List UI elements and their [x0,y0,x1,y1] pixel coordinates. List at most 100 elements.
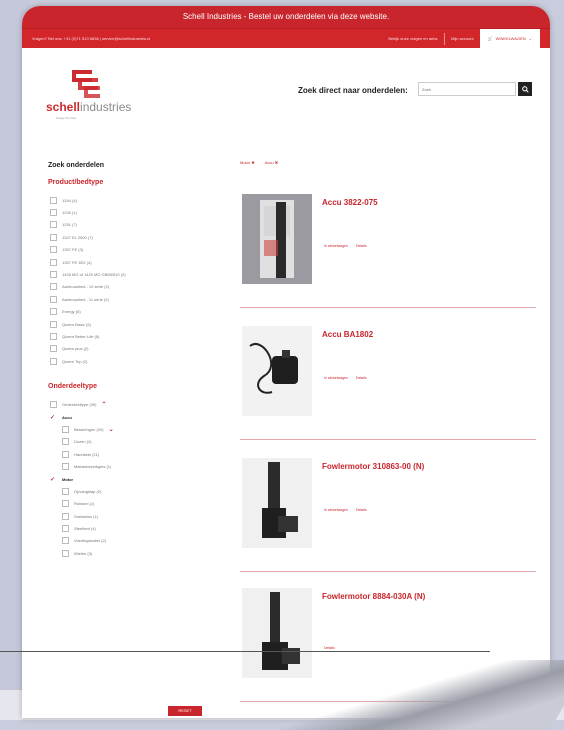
product-title[interactable]: Accu 3822-075 [322,198,378,207]
filter-label: 1244 (4) [62,197,77,203]
filter-label: Opvangklap (2) [74,488,102,494]
checkbox[interactable] [50,320,57,328]
search-button[interactable] [518,82,532,96]
account-link[interactable]: Mijn account [451,36,473,41]
product-title[interactable]: Accu BA1802 [322,330,373,339]
filter-checkbox-item[interactable]: ✓ Motor [48,473,228,485]
checkbox[interactable] [50,283,57,291]
filter-checkbox-item[interactable]: 1357 FE (3) [48,244,228,256]
checkbox[interactable] [50,332,57,340]
divider [444,32,446,45]
filter-checkbox-item[interactable]: 1425 MO of 1425 MO GB55/510 (2) [48,268,228,280]
filter-checkbox-item[interactable]: Wielen (3) [48,547,228,559]
details-link[interactable]: Details [356,376,367,380]
filter-checkbox-item[interactable]: Dozen (4) [48,436,228,448]
divider [240,571,536,572]
filter-checkbox-item[interactable]: Queen Basic (5) [48,318,228,330]
add-to-cart-link[interactable]: In winkelwagen [324,376,348,380]
filter-checkbox-item[interactable]: 1251 (7) [48,219,228,231]
faq-link[interactable]: Bekijk onze vragen en antw. [388,36,438,41]
checkbox[interactable] [62,450,69,458]
product-title[interactable]: Fowlermotor 8884-030A (N) [322,592,425,601]
checkmark-icon[interactable]: ✓ [50,414,57,421]
checkbox[interactable] [50,308,57,316]
product-image[interactable] [242,458,312,548]
filter-label: 1357 FE 3EZ (4) [62,259,92,265]
filter-label: Aanbouwbed - 10 serie (2) [62,284,110,290]
checkbox[interactable] [62,500,69,508]
filter-checkbox-item[interactable]: Voedingskabel (2) [48,535,228,547]
chevron-down-icon: ⌄ [528,36,532,41]
checkbox[interactable] [50,221,57,229]
section-parttype-title: Onderdeeltype [48,383,98,391]
checkbox[interactable] [50,246,57,254]
checkbox[interactable] [62,525,69,533]
chevron-up-icon[interactable]: ⌃ [101,401,106,408]
filter-label: Matrasbeveiligers (1) [74,464,112,470]
announcement-text: Schell Industries - Bestel uw onderdelen… [182,12,390,21]
filter-checkbox-item[interactable]: Onderdeeltype (39) ⌃ [48,398,228,410]
active-filter-motor[interactable]: Motor ✖ [240,160,255,165]
product-image[interactable] [242,326,312,416]
filter-checkbox-item[interactable]: 1244 (4) [48,194,228,206]
contact-info: Vragen? Bel ons: +31 (0)71 513 6838 | se… [32,36,151,41]
parttype-list: ✓ Accu Besturingen (20) ⌄ Dozen (4) Handse… [48,411,228,560]
filter-label: Voedingskabel (2) [74,538,107,544]
filter-checkbox-item[interactable]: Queen Top (2) [48,355,228,367]
product-actions: In winkelwagen Details [324,244,367,248]
checkbox[interactable] [50,295,57,303]
checkbox[interactable] [62,512,69,520]
browser-window: Schell Industries - Bestel uw onderdelen… [22,6,550,718]
filter-checkbox-item[interactable]: 1357 FE 3EZ (4) [48,256,228,268]
filter-checkbox-item[interactable]: ✓ Accu [48,411,228,423]
checkbox[interactable] [62,487,69,495]
checkbox[interactable] [50,196,57,204]
filter-checkbox-item[interactable]: Queen plus (2) [48,343,228,355]
checkbox[interactable] [62,425,69,433]
checkmark-icon[interactable]: ✓ [50,476,57,483]
filter-checkbox-item[interactable]: Handsets (21) [48,448,228,460]
section-bedtype-title: Product/bedtype [48,179,104,186]
product-actions: In winkelwagen Details [324,508,367,512]
filter-checkbox-item[interactable]: Rolstoel (1) [48,498,228,510]
filter-checkbox-item[interactable]: Queen Better Life (5) [48,330,228,342]
filter-label: Dozen (4) [74,439,92,445]
search-input[interactable] [418,82,516,96]
checkbox[interactable] [50,233,57,241]
add-to-cart-link[interactable]: In winkelwagen [324,508,348,512]
add-to-cart-link[interactable]: In winkelwagen [324,244,348,248]
checkbox[interactable] [50,271,57,279]
filter-checkbox-item[interactable]: 1245 (1) [48,206,228,218]
filter-checkbox-item[interactable]: Snelweiss (1) [48,510,228,522]
filter-checkbox-item[interactable]: Energy (6) [48,306,228,318]
filter-checkbox-item[interactable]: Aanbouwbed - 11 serie (2) [48,293,228,305]
checkbox[interactable] [50,357,57,365]
logo-brand-bold: schell [46,100,81,114]
filter-sidebar: Zoek onderdelen Product/bedtype 1244 (4)… [48,156,228,560]
active-filter-accu[interactable]: Accu ✖ [265,160,278,165]
checkbox[interactable] [62,549,69,557]
product-title[interactable]: Fowlermotor 310863-00 (N) [322,462,424,471]
checkbox[interactable] [50,209,57,217]
details-link[interactable]: Details [324,646,335,650]
cart-button[interactable]: 🛒 WINKELWAGEN ⌄ [479,28,540,49]
chevron-down-icon[interactable]: ⌄ [109,426,114,433]
filter-label: 1327 EL 2500 (7) [62,234,93,240]
details-link[interactable]: Details [356,508,367,512]
checkbox[interactable] [62,438,69,446]
product-image[interactable] [242,588,312,678]
checkbox[interactable] [50,401,57,409]
filter-checkbox-item[interactable]: Opvangklap (2) [48,485,228,497]
checkbox[interactable] [50,345,57,353]
checkbox[interactable] [62,537,69,545]
filter-checkbox-item[interactable]: 1327 EL 2500 (7) [48,231,228,243]
checkbox[interactable] [62,463,69,471]
filter-checkbox-item[interactable]: Matrasbeveiligers (1) [48,460,228,472]
product-image[interactable] [242,194,312,284]
filter-checkbox-item[interactable]: Steelbed (4) [48,522,228,534]
reset-button[interactable]: RESET [168,706,202,716]
details-link[interactable]: Details [356,244,367,248]
checkbox[interactable] [50,258,57,266]
filter-checkbox-item[interactable]: Besturingen (20) ⌄ [48,423,228,435]
filter-checkbox-item[interactable]: Aanbouwbed - 10 serie (2) [48,281,228,293]
